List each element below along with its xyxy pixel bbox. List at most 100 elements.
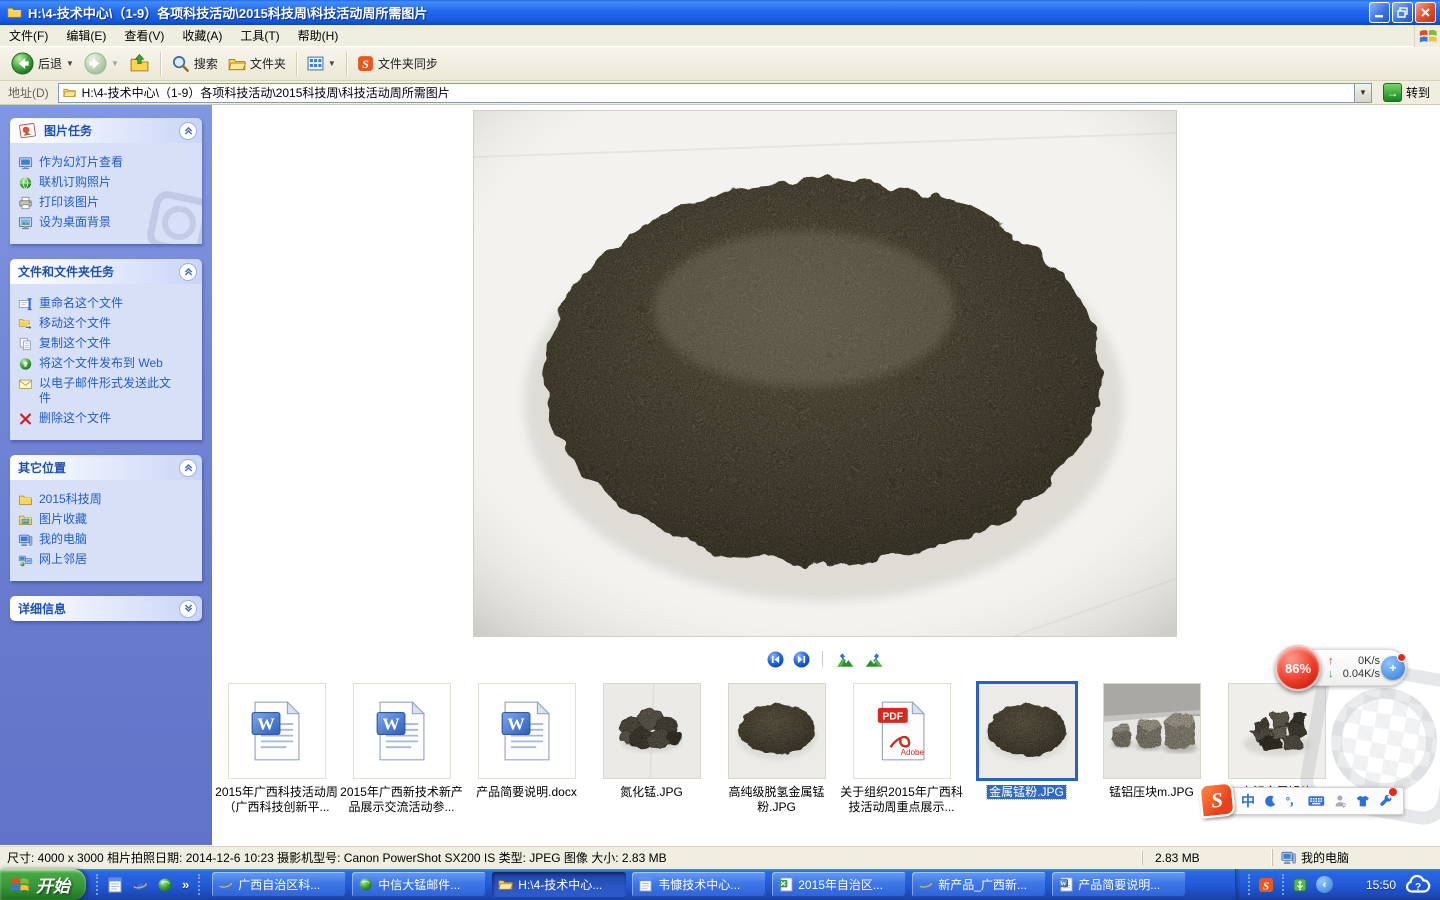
title-bar[interactable]: H:\4-技术中心\（1-9）各项科技活动\2015科技周\科技活动周所需图片 [0,0,1440,25]
address-input[interactable]: H:\4-技术中心\（1-9）各项科技活动\2015科技周\科技活动周所需图片 … [58,83,1372,103]
quicklaunch-sphere-icon[interactable] [157,877,173,893]
ime-account-icon[interactable] [1334,794,1348,808]
menu-view[interactable]: 查看(V) [115,24,173,47]
windows-flag-icon [9,874,30,895]
speed-ball-widget[interactable]: ↑0K/s ↓0.04K/s 86% + [1275,645,1407,691]
folders-button[interactable]: 文件夹 [223,53,291,75]
thumbnail-selected-powder[interactable]: 金属锰粉.JPG [964,683,1089,815]
internet-explorer-icon[interactable] [132,877,148,893]
thumbnail-powder-1[interactable]: 高纯级脱氢金属锰粉.JPG [714,683,839,815]
up-button[interactable] [124,51,155,76]
address-dropdown-button[interactable]: ▼ [1354,84,1371,102]
task-publish-web[interactable]: 将这个文件发布到 Web [18,356,198,371]
ime-skin-icon[interactable] [1356,794,1370,808]
preview-image[interactable] [473,110,1177,637]
ime-punctuation-toggle[interactable]: °， [1286,793,1299,809]
quicklaunch-handle[interactable] [96,874,98,895]
taskbar-button-doc-2[interactable]: 2015年自治区... [772,872,906,897]
place-my-computer[interactable]: 我的电脑 [18,532,198,547]
task-view-slideshow[interactable]: 作为幻灯片查看 [18,155,198,170]
taskbar-clock[interactable]: 15:50 [1366,878,1396,892]
cloud-help-icon[interactable] [1404,875,1432,895]
taskbar-button-mail[interactable]: 中信大锰邮件... [352,872,486,897]
ime-language-toggle[interactable]: 中 [1241,791,1255,811]
collapse-button[interactable] [179,263,197,281]
folder-sync-button[interactable]: 文件夹同步 [352,53,443,74]
picture-tasks-header[interactable]: 图片任务 [10,118,202,143]
rotate-cw-button[interactable] [864,651,884,668]
menu-favorites[interactable]: 收藏(A) [173,24,231,47]
taskbar-button-explorer[interactable]: H:\4-技术中心... [492,872,626,897]
ime-settings-wrench-icon[interactable] [1379,793,1393,810]
task-delete-file[interactable]: 删除这个文件 [18,411,198,426]
other-places-header[interactable]: 其它位置 [10,455,202,480]
task-rename-file[interactable]: 重命名这个文件 [18,296,198,311]
minimize-button[interactable] [1369,2,1390,23]
search-button[interactable]: 搜索 [166,52,223,75]
start-button[interactable]: 开始 [0,869,86,900]
manganese-powder-photo-small [729,684,825,778]
go-arrow-icon: → [1383,83,1402,102]
thumbnail-nitride-lumps[interactable]: 氮化锰.JPG [589,683,714,815]
views-dropdown-icon[interactable]: ▼ [328,59,336,68]
restore-button[interactable] [1392,2,1413,23]
network-tray-icon[interactable] [1341,876,1358,893]
place-network[interactable]: 网上邻居 [18,552,198,567]
back-dropdown-icon[interactable]: ▼ [66,59,74,68]
taskbar-button-doc-1[interactable]: 韦慷技术中心... [632,872,766,897]
chevron-up-icon [183,462,194,473]
tray-handle [1248,874,1250,895]
panel-title: 图片任务 [44,122,92,139]
go-button[interactable]: → 转到 [1376,83,1437,102]
taskbar-button-browser-2[interactable]: 新产品_广西新... [912,872,1046,897]
expand-button[interactable] [179,600,197,618]
place-my-pictures[interactable]: 图片收藏 [18,512,198,527]
next-image-button[interactable] [793,651,810,668]
sogou-tray-icon[interactable] [1258,877,1274,893]
back-button[interactable]: 后退 ▼ [6,50,79,77]
close-button[interactable] [1415,2,1436,23]
quicklaunch-app-icon[interactable] [107,877,123,893]
forward-button[interactable]: ▼ [79,50,124,77]
thumbnail-pdf-doc[interactable]: 关于组织2015年广西科技活动周重点展示... [839,683,964,815]
ime-toolbar[interactable]: S 中 °， [1206,787,1404,815]
task-copy-file[interactable]: 复制这个文件 [18,336,198,351]
memory-percent-ball[interactable]: 86% [1275,645,1321,691]
thumbnail-word-doc-1[interactable]: 2015年广西科技活动周（广西科技创新平... [214,683,339,815]
word-icon [1058,877,1073,892]
taskbar-handle[interactable] [198,874,200,895]
thumbnail-word-doc-3[interactable]: 产品简要说明.docx [464,683,589,815]
sogou-logo-icon[interactable]: S [1198,781,1235,818]
previous-image-button[interactable] [767,651,784,668]
quicklaunch-overflow-chevron[interactable]: » [182,877,189,892]
menu-tools[interactable]: 工具(T) [231,24,288,47]
menu-file[interactable]: 文件(F) [0,24,57,47]
views-button[interactable]: ▼ [302,53,341,74]
soft-keyboard-icon[interactable] [1308,795,1325,807]
task-set-wallpaper[interactable]: 设为桌面背景 [18,215,198,230]
hide-icons-chevron[interactable]: ‹ [1316,876,1333,893]
collapse-button[interactable] [179,122,197,140]
place-2015-folder[interactable]: 2015科技周 [18,492,198,507]
toolbar-separator [296,52,297,76]
moon-fullhalf-icon[interactable] [1264,795,1277,808]
task-print-picture[interactable]: 打印该图片 [18,195,198,210]
rename-icon [18,297,33,311]
thumbnail-briquettes[interactable]: 锰铝压块m.JPG [1089,683,1214,815]
manganese-powder-photo [474,111,1176,636]
usb-safely-remove-icon[interactable] [1292,877,1308,893]
menu-edit[interactable]: 编辑(E) [57,24,115,47]
rotate-ccw-button[interactable] [835,651,855,668]
thumbnail-word-doc-2[interactable]: 2015年广西新技术新产品展示交流活动参... [339,683,464,815]
menu-help[interactable]: 帮助(H) [289,24,348,47]
task-order-prints[interactable]: 联机订购照片 [18,175,198,190]
details-header[interactable]: 详细信息 [10,596,202,621]
collapse-button[interactable] [179,459,197,477]
task-email-file[interactable]: 以电子邮件形式发送此文件 [18,376,198,406]
file-tasks-header[interactable]: 文件和文件夹任务 [10,259,202,284]
taskbar-button-word[interactable]: 产品简要说明... [1052,872,1186,897]
folder-icon [18,493,33,507]
task-move-file[interactable]: 移动这个文件 [18,316,198,331]
taskbar-button-browser-1[interactable]: 广西自治区科... [212,872,346,897]
forward-dropdown-icon[interactable]: ▼ [111,59,119,68]
